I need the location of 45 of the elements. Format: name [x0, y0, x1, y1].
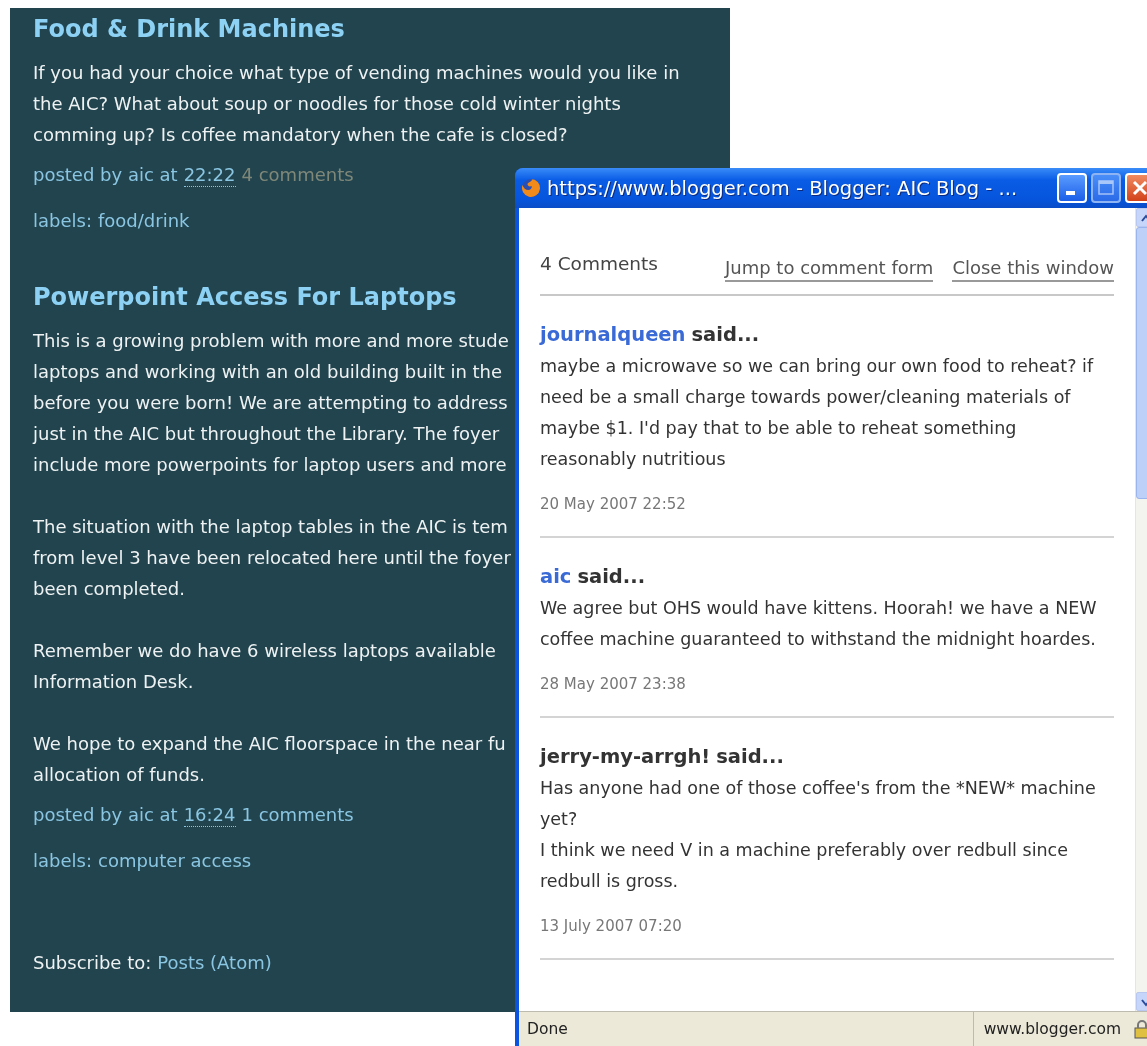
- lock-icon: [1133, 1019, 1147, 1039]
- comment-date: 13 July 2007 07:20: [540, 916, 683, 936]
- comment-date: 28 May 2007 23:38: [540, 674, 687, 694]
- subscribe-label: Subscribe to:: [33, 952, 152, 974]
- post-paragraph: Remember we do have 6 wireless laptops available Information Desk.: [33, 639, 496, 694]
- status-host: www.blogger.com: [972, 1012, 1129, 1046]
- status-text: Done: [526, 1020, 569, 1038]
- post-paragraph: The situation with the laptop tables in the AIC is tem from level 3 have been relocated here until the foyer been completed.: [33, 515, 511, 601]
- post-title: Powerpoint Access For Laptops: [33, 282, 458, 312]
- comments-link[interactable]: 1 comments: [241, 804, 354, 827]
- post-title: Food & Drink Machines: [33, 14, 346, 44]
- window-title: https://www.blogger.com - Blogger: AIC Blog - ...: [547, 176, 1019, 200]
- label-link[interactable]: computer access: [98, 850, 252, 872]
- author-link[interactable]: aic: [540, 563, 572, 591]
- close-button[interactable]: [1125, 173, 1147, 203]
- comments-link[interactable]: 4 comments: [241, 164, 354, 187]
- minimize-button[interactable]: [1057, 173, 1087, 203]
- said-label: said...: [577, 564, 646, 590]
- comment-text: maybe a microwave so we can bring our own food to reheat? if need be a small charge towards power/cleaning materials of maybe $1. I'd pay that to be able to reheat something reasonably nutritious: [540, 355, 1094, 471]
- scroll-up-icon: [1139, 212, 1147, 223]
- post-paragraph: This is a growing problem with more and more stude laptops and working with an old building built in the before you were born! We are attempting to address just in the AIC but throughout the Library. The foyer include more powerpoints for laptop users and more: [33, 329, 509, 477]
- header-link[interactable]: Jump to comment form: [724, 256, 934, 282]
- comment-date: 20 May 2007 22:52: [540, 494, 687, 514]
- browser-icon: [521, 178, 541, 198]
- maximize-icon: [1097, 179, 1115, 197]
- post-paragraph: We hope to expand the AIC floorspace in the near fu allocation of funds.: [33, 732, 506, 787]
- header-link[interactable]: Close this window: [952, 256, 1114, 282]
- author-link[interactable]: journalqueen: [540, 321, 686, 349]
- said-label: said...: [691, 322, 760, 348]
- comment-text: Has anyone had one of those coffee's from the *NEW* machine yet? I think we need V in a machine preferably over redbull since redbull is gross.: [540, 777, 1096, 893]
- comments-heading: 4 Comments: [540, 252, 659, 276]
- said-label: said...: [716, 744, 784, 770]
- comment-text: We agree but OHS would have kittens. Hoorah! we have a NEW coffee machine guaranteed to withstand the midnight hoardes.: [540, 597, 1097, 651]
- time-link[interactable]: 16:24: [183, 804, 236, 827]
- close-icon: [1131, 179, 1147, 197]
- post-byline: posted by aic at: [33, 164, 178, 187]
- author-name: jerry-my-arrgh!: [540, 744, 711, 770]
- post-paragraph: If you had your choice what type of vending machines would you like in the AIC? What about soup or noodles for those cold winter nights comming up? Is coffee mandatory when the cafe is closed?: [33, 61, 680, 147]
- labels-label: labels:: [33, 210, 92, 232]
- time-link[interactable]: 22:22: [183, 164, 236, 187]
- minimize-icon: [1065, 191, 1075, 195]
- post-byline: posted by aic at: [33, 804, 178, 827]
- subscribe-link[interactable]: Posts (Atom): [157, 952, 272, 974]
- labels-label: labels:: [33, 850, 92, 872]
- label-link[interactable]: food/drink: [98, 210, 190, 232]
